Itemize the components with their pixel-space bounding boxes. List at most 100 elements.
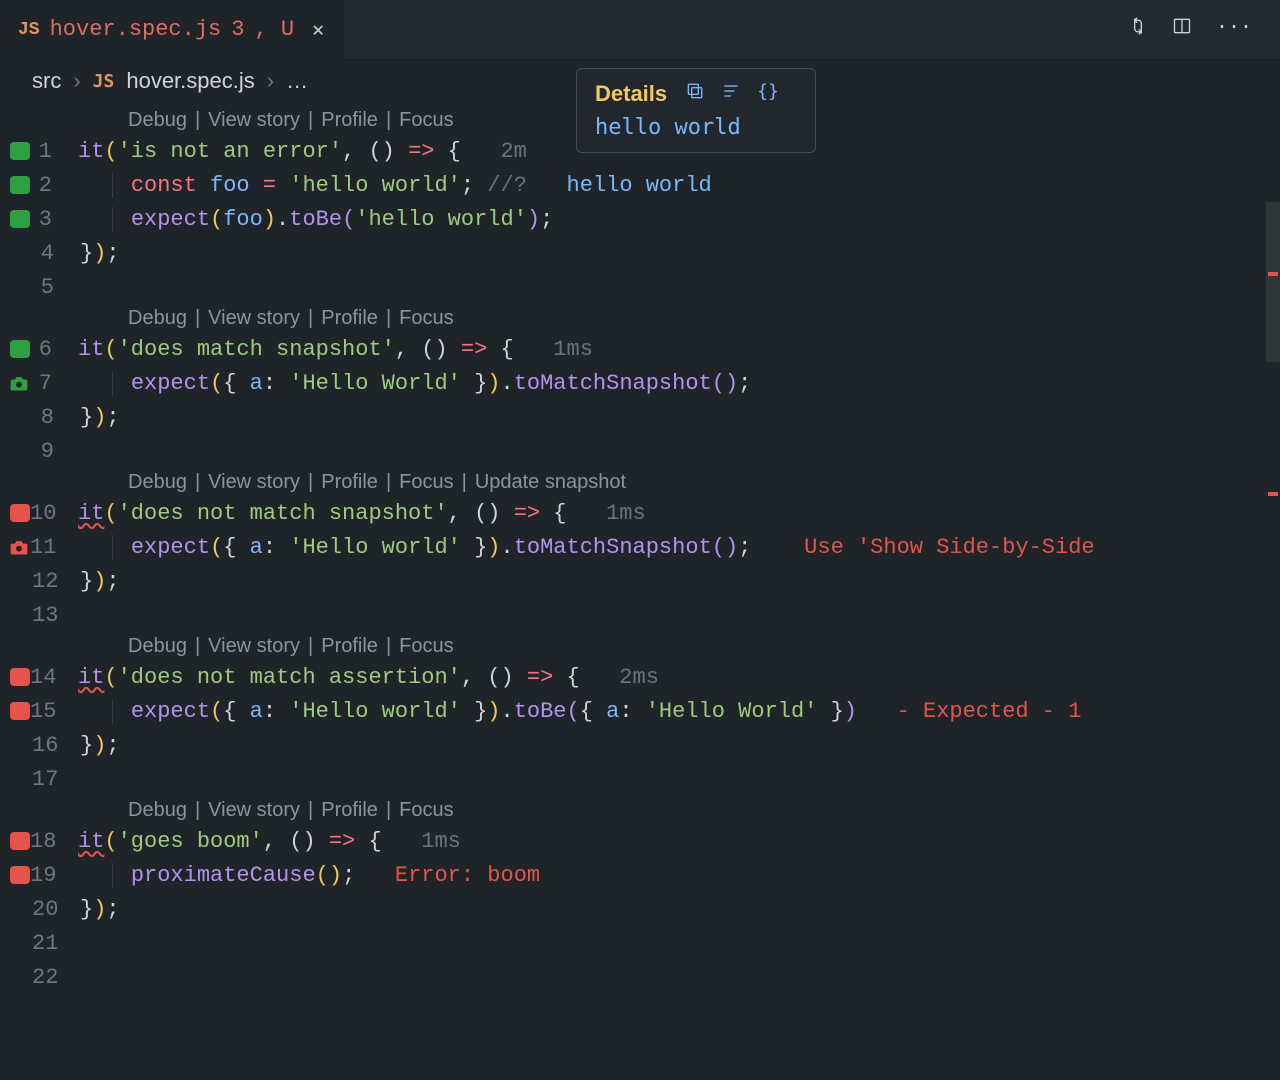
line-number: 8 [32,405,80,430]
code-line[interactable]: 9 [0,434,1280,468]
test-pass-indicator[interactable] [10,340,30,358]
codelens-item[interactable]: View story [208,307,300,330]
codelens-item[interactable]: Profile [321,471,378,494]
scrollbar-thumb[interactable] [1266,202,1280,362]
snapshot-camera-icon[interactable] [8,374,30,392]
line-number: 4 [32,241,80,266]
tab-bar: JS hover.spec.js 3, U ✕ ··· [0,0,1280,60]
breadcrumb-segment[interactable]: src [32,68,61,94]
codelens-item[interactable]: View story [208,471,300,494]
codelens-item[interactable]: Focus [399,109,453,132]
breadcrumb-segment[interactable]: … [286,68,308,94]
line-number: 5 [32,275,80,300]
inline-error[interactable]: - Expected - 1 [857,699,1081,724]
code-line[interactable]: 3 expect(foo).toBe('hello world'); [0,202,1280,236]
line-number: 15 [30,699,78,724]
line-number: 6 [30,337,78,362]
inline-error[interactable]: Use 'Show Side-by-Side [751,535,1094,560]
json-braces-icon[interactable]: {} [757,81,779,107]
code-line[interactable]: 20 }); [0,892,1280,926]
test-timing: 2m [461,139,527,164]
copy-icon[interactable] [685,81,705,107]
js-file-icon: JS [93,71,115,92]
codelens-item[interactable]: Profile [321,307,378,330]
close-tab-icon[interactable]: ✕ [312,17,324,43]
js-file-icon: JS [18,20,40,40]
test-fail-indicator[interactable] [10,504,30,522]
overview-ruler-error[interactable] [1268,272,1278,276]
codelens-item[interactable]: Profile [321,109,378,132]
codelens-item[interactable]: Profile [321,799,378,822]
codelens: Debug| View story| Profile| Focus [0,632,1280,660]
code-line[interactable]: 7 expect({ a: 'Hello World' }).toMatchSn… [0,366,1280,400]
codelens: Debug| View story| Profile| Focus [0,304,1280,332]
codelens-item[interactable]: Debug [128,307,187,330]
codelens-item[interactable]: Focus [399,307,453,330]
test-pass-indicator[interactable] [10,142,30,160]
test-timing: 2ms [580,665,659,690]
test-fail-indicator[interactable] [10,866,30,884]
codelens-item[interactable]: Focus [399,635,453,658]
code-line[interactable]: 2 const foo = 'hello world'; //? hello w… [0,168,1280,202]
code-line[interactable]: 13 [0,598,1280,632]
codelens-item[interactable]: View story [208,635,300,658]
codelens: Debug| View story| Profile| Focus| Updat… [0,468,1280,496]
overview-ruler-error[interactable] [1268,492,1278,496]
code-line[interactable]: 12 }); [0,564,1280,598]
titlebar-actions: ··· [1128,16,1280,43]
code-line[interactable]: 4 }); [0,236,1280,270]
codelens-item[interactable]: Debug [128,635,187,658]
test-fail-indicator[interactable] [10,832,30,850]
code-line[interactable]: 14 it('does not match assertion', () => … [0,660,1280,694]
line-number: 16 [32,733,80,758]
code-line[interactable]: 16 }); [0,728,1280,762]
codelens-item[interactable]: Profile [321,635,378,658]
text-compare-icon[interactable] [721,81,741,107]
codelens-item[interactable]: Update snapshot [475,471,626,494]
split-editor-icon[interactable] [1172,16,1192,43]
snapshot-camera-icon[interactable] [8,538,30,556]
chevron-right-icon: › [267,68,274,94]
code-line[interactable]: 6 it('does match snapshot', () => { 1ms [0,332,1280,366]
code-line[interactable]: 17 [0,762,1280,796]
codelens-item[interactable]: Focus [399,471,453,494]
code-line[interactable]: 15 expect({ a: 'Hello world' }).toBe({ a… [0,694,1280,728]
line-number: 2 [30,173,78,198]
test-pass-indicator[interactable] [10,210,30,228]
code-line[interactable]: 22 [0,960,1280,994]
codelens-item[interactable]: Debug [128,799,187,822]
line-number: 14 [30,665,78,690]
inline-error[interactable]: Error: boom [355,863,540,888]
code-line[interactable]: 19 proximateCause(); Error: boom [0,858,1280,892]
compare-changes-icon[interactable] [1128,16,1148,43]
test-timing: 1ms [382,829,461,854]
codelens-item[interactable]: Debug [128,471,187,494]
inline-value[interactable]: hello world [567,173,712,198]
tab-filename: hover.spec.js [50,17,222,42]
codelens-item[interactable]: Focus [399,799,453,822]
code-line[interactable]: 5 [0,270,1280,304]
test-fail-indicator[interactable] [10,668,30,686]
code-line[interactable]: 8 }); [0,400,1280,434]
codelens: Debug| View story| Profile| Focus [0,796,1280,824]
codelens-item[interactable]: Debug [128,109,187,132]
test-timing: 1ms [567,501,646,526]
codelens-item[interactable]: View story [208,109,300,132]
codelens-item[interactable]: View story [208,799,300,822]
line-number: 9 [32,439,80,464]
code-editor[interactable]: Details {} hello world Debug| View story… [0,102,1280,994]
code-line[interactable]: 10 it('does not match snapshot', () => {… [0,496,1280,530]
more-actions-icon[interactable]: ··· [1216,16,1252,43]
line-number: 11 [30,535,78,560]
code-line[interactable]: 11 expect({ a: 'Hello world' }).toMatchS… [0,530,1280,564]
line-number: 17 [32,767,80,792]
test-pass-indicator[interactable] [10,176,30,194]
test-fail-indicator[interactable] [10,702,30,720]
line-number: 19 [30,863,78,888]
line-number: 18 [30,829,78,854]
breadcrumb-segment[interactable]: hover.spec.js [126,68,254,94]
code-line[interactable]: 21 [0,926,1280,960]
editor-tab[interactable]: JS hover.spec.js 3, U ✕ [0,0,343,59]
code-line[interactable]: 18 it('goes boom', () => { 1ms [0,824,1280,858]
line-number: 22 [32,965,80,990]
